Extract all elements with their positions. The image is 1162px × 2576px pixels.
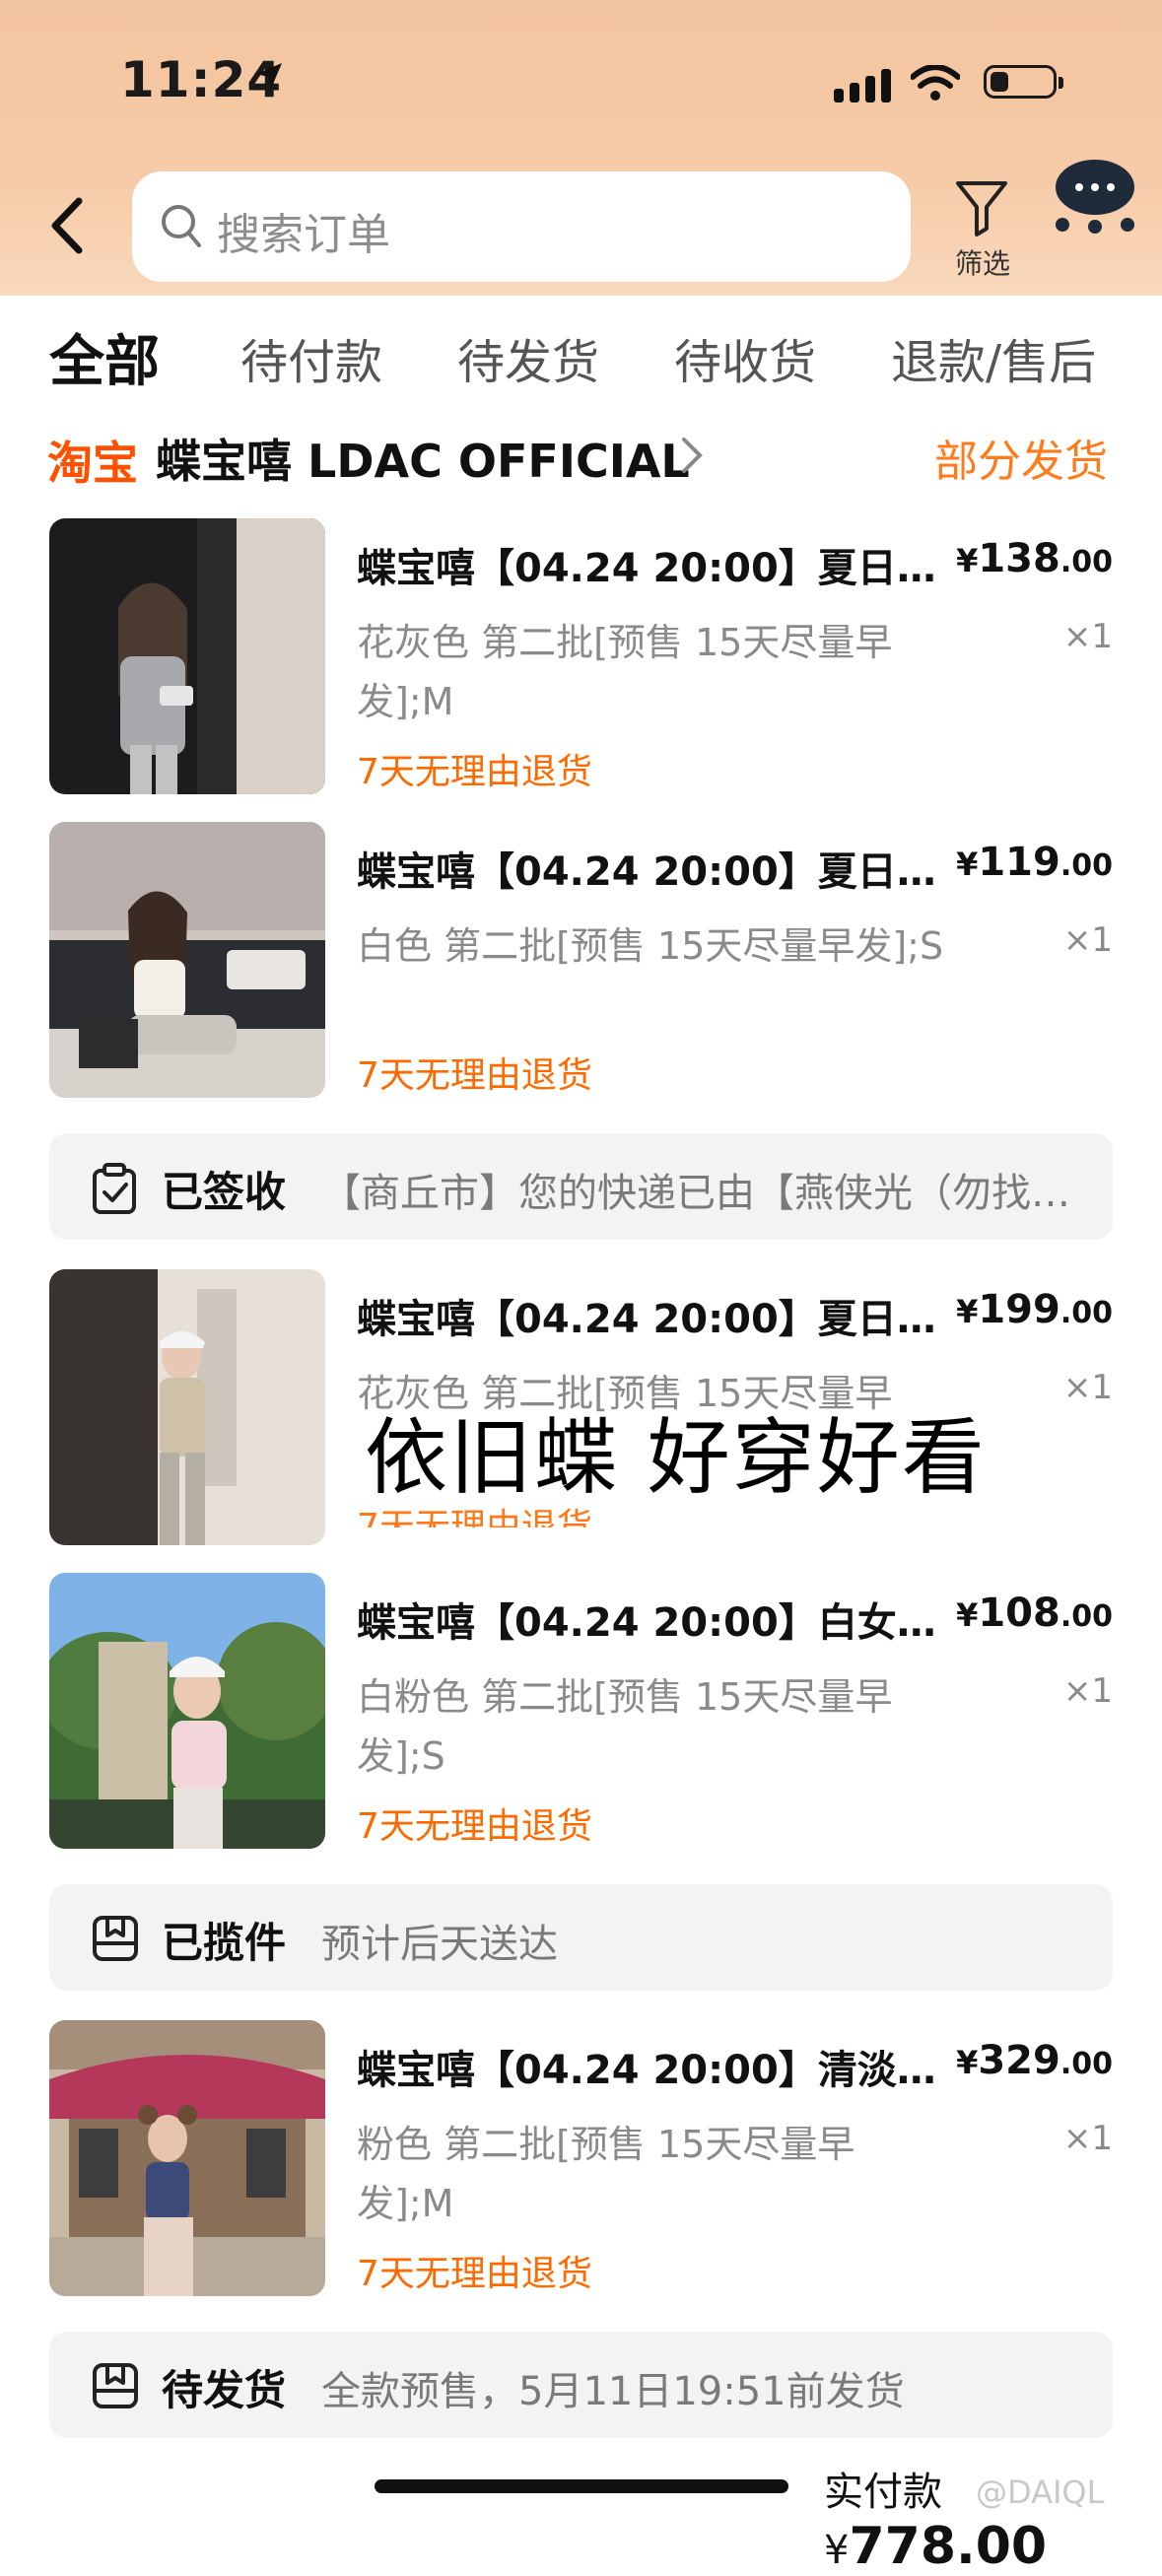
product-price: ¥329.00 <box>956 2038 1113 2083</box>
product-qty: ×1 <box>1062 2119 1113 2158</box>
product-price: ¥119.00 <box>956 840 1113 885</box>
product-price: ¥138.00 <box>956 536 1113 581</box>
logistics-text: 全款预售，5月11日19:51前发货 <box>321 2369 905 2414</box>
product-qty: ×1 <box>1062 617 1113 656</box>
return-policy: 7天无理由退货 <box>357 752 592 792</box>
logistics-text: 预计后天送达 <box>321 1922 558 1967</box>
home-indicator[interactable] <box>375 2479 788 2493</box>
logistics-text: 【商丘市】您的快递已由【燕侠光（勿找… <box>321 1171 1070 1216</box>
logistics-status: 待发货 <box>162 2366 287 2414</box>
logistics-bar[interactable]: 待发货 全款预售，5月11日19:51前发货 <box>49 2332 1113 2438</box>
product-spec: 白粉色 第二批[预售 15天尽量早发];S <box>357 1675 893 1778</box>
product-title[interactable]: 蝶宝嘻【04.24 20:00】清淡… <box>357 2038 948 2095</box>
product-price: ¥199.00 <box>956 1287 1113 1332</box>
order-item[interactable]: 蝶宝嘻【04.24 20:00】夏日心… ¥119.00 白色 第二批[预售 1… <box>0 822 1162 1108</box>
return-policy: 7天无理由退货 <box>357 2254 592 2294</box>
return-policy: 7天无理由退货 <box>357 1806 592 1847</box>
product-title[interactable]: 蝶宝嘻【04.24 20:00】夏日舒… <box>357 536 948 593</box>
paid-amount: 778.00 <box>849 2517 1048 2576</box>
logistics-bar[interactable]: 已揽件 预计后天送达 <box>49 1884 1113 1991</box>
product-image[interactable] <box>49 518 325 794</box>
overlay-caption: 依旧蝶 好穿好看 <box>365 1409 987 1506</box>
package-icon <box>93 2363 138 2408</box>
back-arrow-icon[interactable] <box>47 197 87 254</box>
product-title[interactable]: 蝶宝嘻【04.24 20:00】夏日心… <box>357 840 948 897</box>
filter-label[interactable]: 筛选 <box>948 242 1017 282</box>
search-placeholder: 搜索订单 <box>217 210 390 260</box>
tab-pending-receipt[interactable]: 待收货 <box>674 323 816 392</box>
product-spec: 白色 第二批[预售 15天尽量早发];S <box>357 924 944 968</box>
chevron-right-icon[interactable] <box>680 436 704 475</box>
search-icon <box>162 205 201 247</box>
shop-name[interactable]: 蝶宝嘻 LDAC OFFICIAL <box>156 426 690 491</box>
tab-all[interactable]: 全部 <box>49 317 160 397</box>
product-image[interactable] <box>49 1573 325 1849</box>
tab-pending-shipment[interactable]: 待发货 <box>457 323 599 392</box>
clipboard-check-icon <box>93 1163 136 1214</box>
wifi-icon <box>911 65 960 101</box>
product-spec: 粉色 第二批[预售 15天尽量早发];M <box>357 2123 855 2225</box>
product-image[interactable] <box>49 822 325 1098</box>
return-policy: 7天无理由退货 <box>357 1055 592 1096</box>
tab-pending-payment[interactable]: 待付款 <box>240 323 382 392</box>
watermark: @DAIQL <box>976 2474 1105 2511</box>
product-title[interactable]: 蝶宝嘻【04.24 20:00】夏日舒… <box>357 1287 948 1344</box>
product-title[interactable]: 蝶宝嘻【04.24 20:00】白女美… <box>357 1591 948 1648</box>
filter-icon[interactable] <box>954 179 1009 238</box>
product-spec: 花灰色 第二批[预售 15天尽量早发];M <box>357 621 893 723</box>
location-arrow-icon <box>256 63 282 89</box>
order-status: 部分发货 <box>934 437 1108 487</box>
product-qty: ×1 <box>1062 1368 1113 1407</box>
battery-icon <box>984 65 1057 99</box>
battery-tip <box>1059 77 1063 89</box>
product-qty: ×1 <box>1062 1671 1113 1711</box>
product-image[interactable] <box>49 1269 325 1545</box>
message-icon[interactable] <box>1053 158 1137 235</box>
package-icon <box>93 1916 138 1961</box>
product-qty: ×1 <box>1062 920 1113 960</box>
product-image[interactable] <box>49 2020 325 2296</box>
order-item[interactable]: 蝶宝嘻【04.24 20:00】夏日舒… ¥138.00 花灰色 第二批[预售 … <box>0 518 1162 804</box>
order-item[interactable]: 蝶宝嘻【04.24 20:00】白女美… ¥108.00 白粉色 第二批[预售 … <box>0 1573 1162 1859</box>
paid-label: 实付款 <box>824 2470 942 2515</box>
tab-refund[interactable]: 退款/售后 <box>891 323 1096 392</box>
logistics-status: 已揽件 <box>162 1919 287 1967</box>
search-input[interactable]: 搜索订单 <box>132 171 911 282</box>
logistics-bar[interactable]: 已签收 【商丘市】您的快递已由【燕侠光（勿找… <box>49 1133 1113 1240</box>
product-price: ¥108.00 <box>956 1591 1113 1636</box>
logistics-status: 已签收 <box>162 1168 287 1216</box>
cellular-signal-icon <box>834 69 891 102</box>
order-item[interactable]: 蝶宝嘻【04.24 20:00】清淡… ¥329.00 粉色 第二批[预售 15… <box>0 2020 1162 2306</box>
taobao-tag: 淘宝 <box>47 437 138 490</box>
